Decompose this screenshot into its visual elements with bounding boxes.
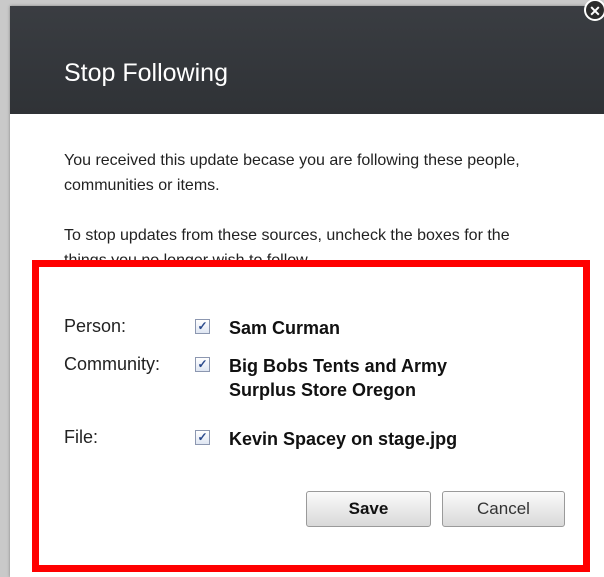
cancel-button[interactable]: Cancel — [442, 491, 565, 527]
dialog-description: You received this update becase you are … — [64, 152, 520, 194]
close-icon[interactable]: ✕ — [584, 0, 604, 21]
save-button[interactable]: Save — [306, 491, 431, 527]
item-name: Big Bobs Tents and Army Surplus Store Or… — [229, 354, 447, 402]
item-name-line2: Surplus Store Oregon — [229, 380, 417, 400]
item-type-label: Person: — [64, 316, 127, 336]
item-name-line1: Big Bobs Tents and Army — [229, 356, 448, 376]
dialog-header: Stop Following — [10, 6, 604, 114]
stop-following-dialog: Stop Following You received this update … — [10, 6, 604, 577]
person-checkbox[interactable]: ✓ — [195, 319, 210, 334]
file-checkbox[interactable]: ✓ — [195, 430, 210, 445]
dialog-instructions: To stop updates from these sources, unch… — [64, 227, 510, 262]
community-checkbox[interactable]: ✓ — [195, 357, 210, 372]
item-type-label: Community: — [64, 354, 161, 374]
dialog-title: Stop Following — [64, 59, 228, 87]
item-name: Sam Curman — [229, 318, 341, 338]
item-type-label: File: — [64, 427, 99, 447]
item-name: Kevin Spacey on stage.jpg — [229, 429, 458, 449]
